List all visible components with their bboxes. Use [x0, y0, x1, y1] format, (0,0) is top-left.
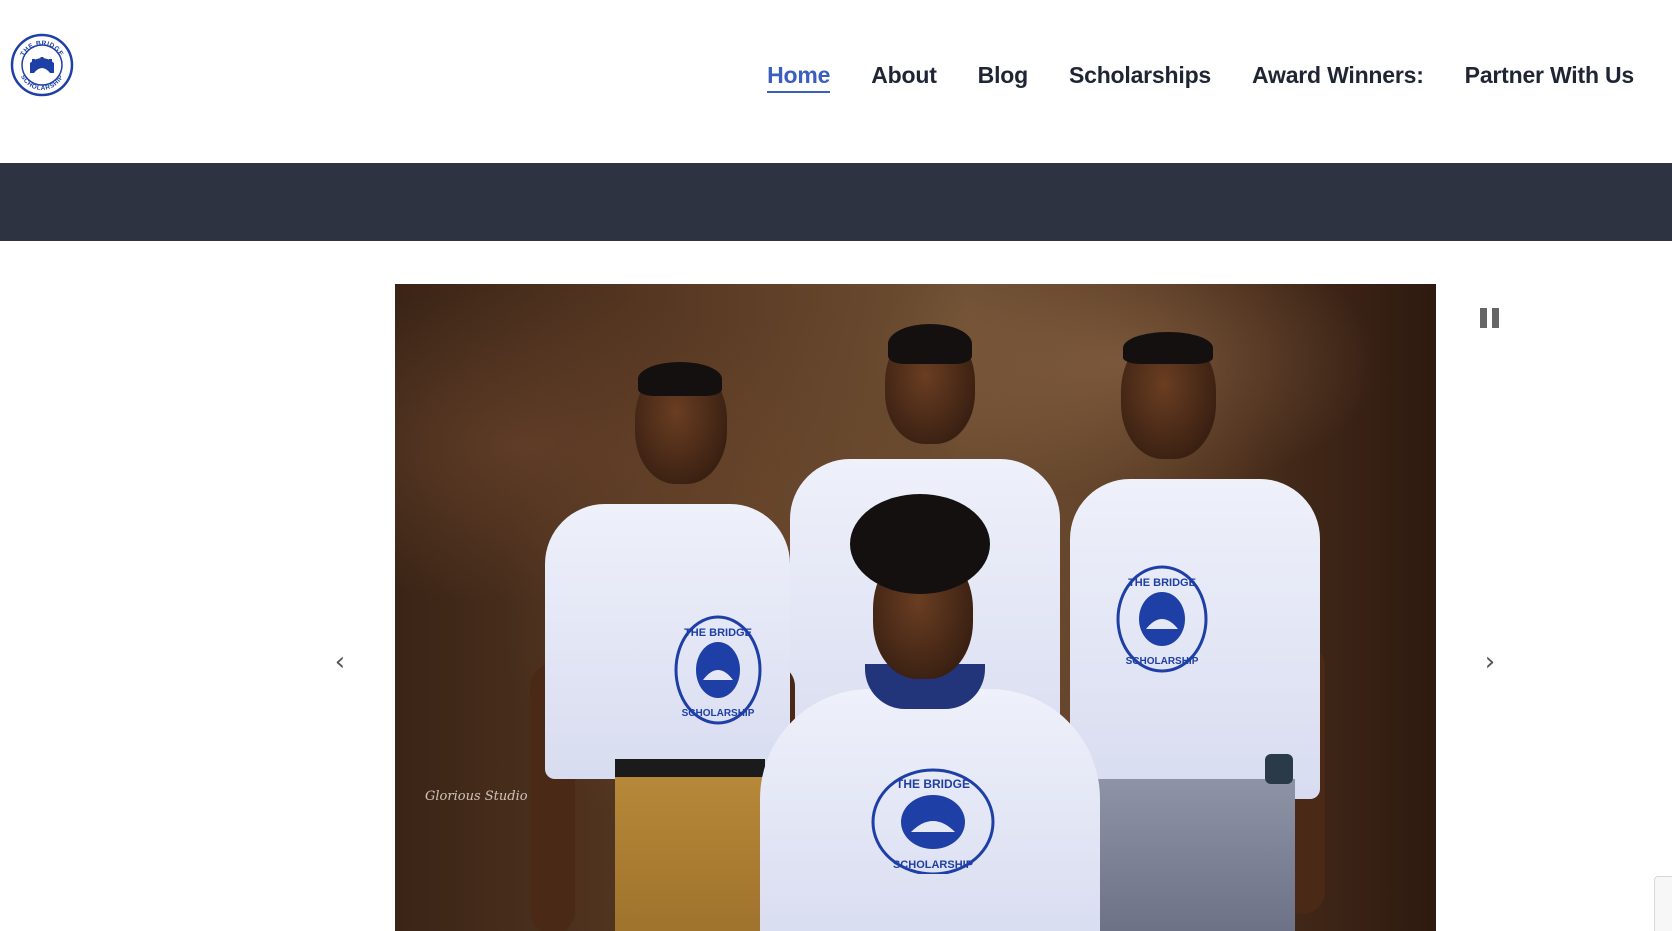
- main-nav: Home About Blog Scholarships Award Winne…: [726, 62, 1634, 93]
- site-logo[interactable]: THE BRIDGE SCHOLARSHIP: [10, 33, 74, 97]
- shirt-emblem-icon: THE BRIDGE SCHOLARSHIP: [871, 768, 995, 874]
- hero-banner: [0, 163, 1672, 241]
- emblem-bottom-text: SCHOLARSHIP: [682, 708, 755, 719]
- emblem-bottom-text: SCHOLARSHIP: [893, 859, 973, 871]
- recaptcha-badge[interactable]: [1654, 876, 1672, 931]
- chevron-right-icon[interactable]: ›: [1478, 649, 1502, 675]
- emblem-top-text: THE BRIDGE: [684, 627, 752, 639]
- image-slider[interactable]: THE BRIDGE SCHOLARSHIP THE BRIDGE SCHOLA…: [395, 284, 1436, 931]
- nav-award-winners[interactable]: Award Winners:: [1252, 62, 1424, 91]
- emblem-top-text: THE BRIDGE: [1128, 577, 1196, 589]
- chevron-left-icon[interactable]: ‹: [328, 649, 352, 675]
- emblem-top-text: THE BRIDGE: [896, 777, 970, 791]
- pause-icon[interactable]: [1478, 306, 1502, 330]
- site-header: THE BRIDGE SCHOLARSHIP Home About Blog S…: [0, 0, 1672, 163]
- shirt-emblem-icon: THE BRIDGE SCHOLARSHIP: [674, 615, 762, 725]
- nav-blog[interactable]: Blog: [978, 62, 1029, 91]
- emblem-bottom-text: SCHOLARSHIP: [1126, 656, 1199, 667]
- nav-partner-with-us[interactable]: Partner With Us: [1465, 62, 1635, 91]
- nav-scholarships[interactable]: Scholarships: [1069, 62, 1211, 91]
- photo-signature: Glorious Studio: [425, 789, 528, 804]
- shirt-emblem-icon: THE BRIDGE SCHOLARSHIP: [1116, 565, 1208, 673]
- nav-about[interactable]: About: [871, 62, 937, 91]
- nav-home[interactable]: Home: [767, 62, 830, 93]
- bridge-logo-icon: THE BRIDGE SCHOLARSHIP: [10, 33, 74, 97]
